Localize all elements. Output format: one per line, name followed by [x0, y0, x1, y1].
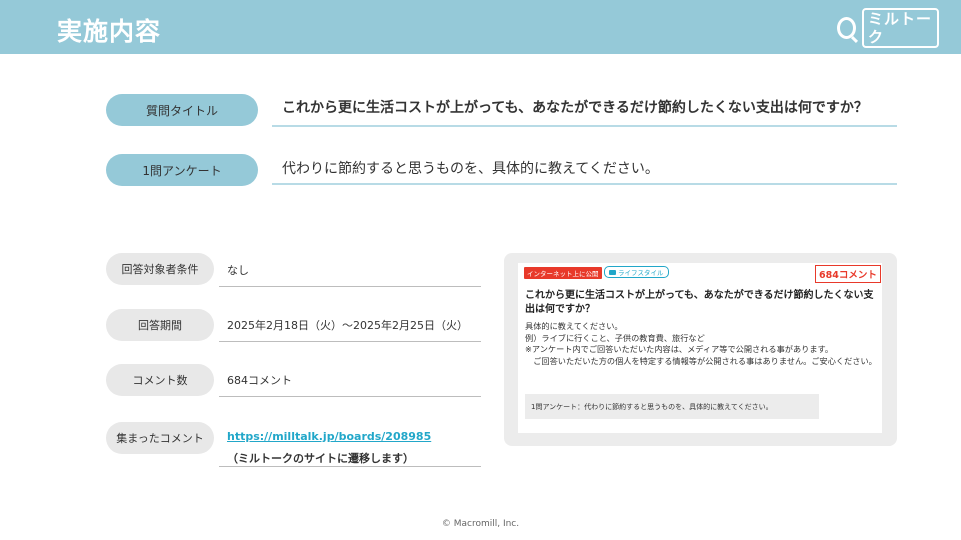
preview-card: インターネット上に公開 ライフスタイル 684コメント これから更に生活コストが…: [518, 263, 882, 433]
preview-question-note: 1問アンケート：代わりに節約すると思うものを、具体的に教えてください。: [525, 394, 819, 419]
preview-body-line: 具体的に教えてください。: [525, 321, 623, 331]
period-value: 2025年2月18日（火）～2025年2月25日（火）: [227, 319, 468, 332]
milltalk-logo: ミルトーク: [837, 8, 939, 48]
period-label: 回答期間: [106, 309, 214, 341]
preview-body-line: 例）ライブに行くこと、子供の教育費、旅行など: [525, 332, 705, 343]
header-bar: 実施内容 ミルトーク: [0, 0, 961, 54]
preview-body: 具体的に教えてください。 例）ライブに行くこと、子供の教育費、旅行など ※アンケ…: [525, 321, 877, 367]
one-question-label: 1問アンケート: [106, 154, 258, 186]
one-question-text: 代わりに節約すると思うものを、具体的に教えてください。: [282, 161, 659, 177]
logo-text: ミルトーク: [862, 8, 939, 48]
link-note: （ミルトークのサイトに遷移します）: [227, 452, 414, 465]
divider: [219, 396, 481, 397]
divider: [219, 341, 481, 342]
divider: [219, 286, 481, 287]
folder-icon: [609, 269, 616, 275]
page-title: 実施内容: [57, 17, 162, 46]
divider: [219, 466, 481, 467]
divider: [272, 183, 897, 185]
divider: [272, 125, 897, 127]
question-title-label: 質問タイトル: [106, 94, 258, 126]
copyright: © Macromill, Inc.: [441, 519, 520, 529]
category-tag: ライフスタイル: [604, 266, 669, 278]
preview-title: これから更に生活コストが上がっても、あなたができるだけ節約したくない支出は何です…: [525, 290, 874, 315]
condition-value: なし: [227, 264, 249, 277]
collected-comments-label: 集まったコメント: [106, 422, 214, 454]
preview-body-line: ご回答いただいた方の個人を特定する情報等が公開される事はありません。ご安心くださ…: [525, 355, 877, 366]
magnifier-icon: [837, 17, 856, 39]
preview-panel: インターネット上に公開 ライフスタイル 684コメント これから更に生活コストが…: [504, 253, 897, 446]
question-title-text: これから更に生活コストが上がっても、あなたができるだけ節約したくない支出は何です…: [282, 100, 868, 116]
comment-count-badge: 684コメント: [815, 265, 881, 283]
board-link[interactable]: https://milltalk.jp/boards/208985: [227, 430, 431, 443]
category-tag-label: ライフスタイル: [618, 269, 664, 277]
comment-count-value: 684コメント: [227, 374, 292, 387]
preview-body-line: ※アンケート内でご回答いただいた内容は、メディア等で公開される事があります。: [525, 344, 834, 354]
public-tag: インターネット上に公開: [524, 267, 602, 279]
condition-label: 回答対象者条件: [106, 253, 214, 285]
comment-count-label: コメント数: [106, 364, 214, 396]
